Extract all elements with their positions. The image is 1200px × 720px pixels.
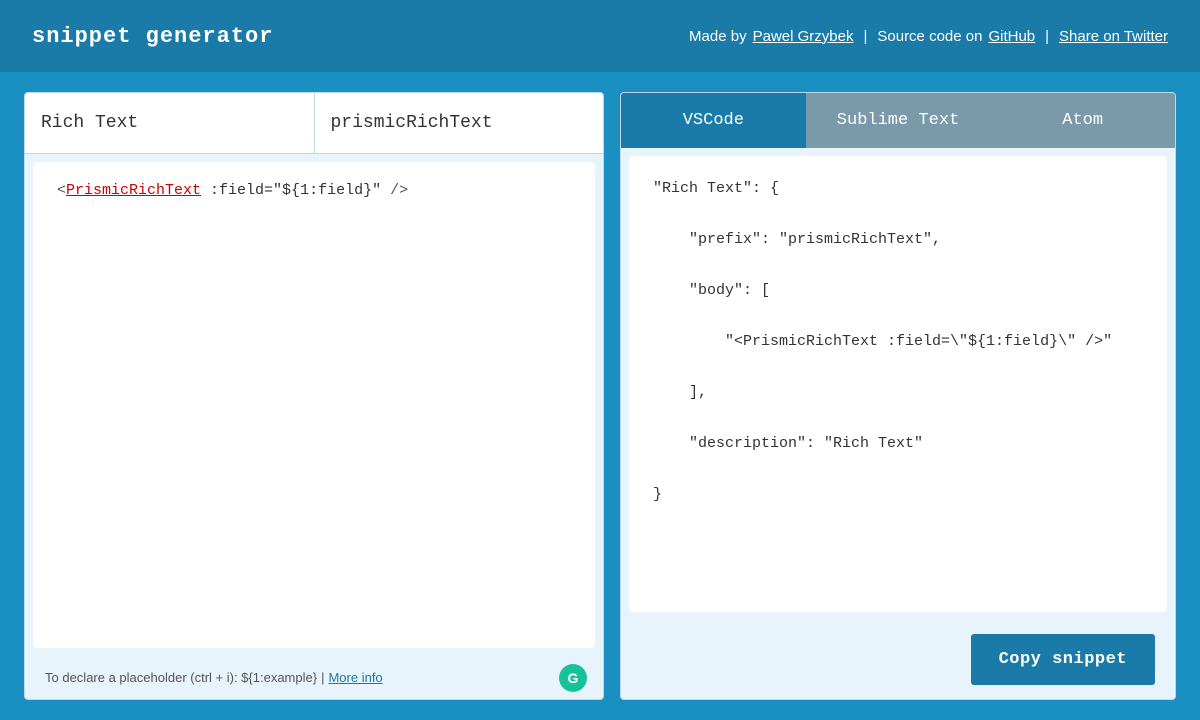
left-footer: To declare a placeholder (ctrl + i): ${1…: [25, 656, 603, 699]
tab-vscode[interactable]: VSCode: [621, 93, 806, 148]
separator-1: |: [863, 28, 867, 45]
left-inputs: [25, 93, 603, 154]
tab-sublime-text[interactable]: Sublime Text: [806, 93, 991, 148]
github-link[interactable]: GitHub: [988, 28, 1035, 45]
source-text: Source code on: [877, 28, 982, 45]
field-name-input[interactable]: [25, 93, 315, 153]
app-title: snippet generator: [32, 24, 273, 49]
header-links: Made by Pawel Grzybek | Source code on G…: [689, 28, 1168, 45]
field-prefix-input[interactable]: [315, 93, 604, 153]
made-by-text: Made by: [689, 28, 747, 45]
more-info-link[interactable]: More info: [328, 670, 382, 685]
author-link[interactable]: Pawel Grzybek: [753, 28, 854, 45]
header: snippet generator Made by Pawel Grzybek …: [0, 0, 1200, 72]
tab-atom[interactable]: Atom: [990, 93, 1175, 148]
grammarly-icon: G: [559, 664, 587, 692]
twitter-link[interactable]: Share on Twitter: [1059, 28, 1168, 45]
editor-tabs: VSCode Sublime Text Atom: [621, 93, 1175, 148]
right-panel: VSCode Sublime Text Atom "Rich Text": { …: [620, 92, 1176, 700]
code-preview: <PrismicRichText :field="${1:field}" />: [33, 162, 595, 648]
copy-snippet-button[interactable]: Copy snippet: [971, 634, 1155, 685]
footer-hint-text: To declare a placeholder (ctrl + i): ${1…: [45, 670, 317, 685]
right-footer: Copy snippet: [621, 620, 1175, 699]
footer-separator: |: [321, 670, 324, 685]
snippet-output: "Rich Text": { "prefix": "prismicRichTex…: [629, 156, 1167, 612]
separator-2: |: [1045, 28, 1049, 45]
main-content: <PrismicRichText :field="${1:field}" /> …: [0, 72, 1200, 720]
left-panel: <PrismicRichText :field="${1:field}" /> …: [24, 92, 604, 700]
